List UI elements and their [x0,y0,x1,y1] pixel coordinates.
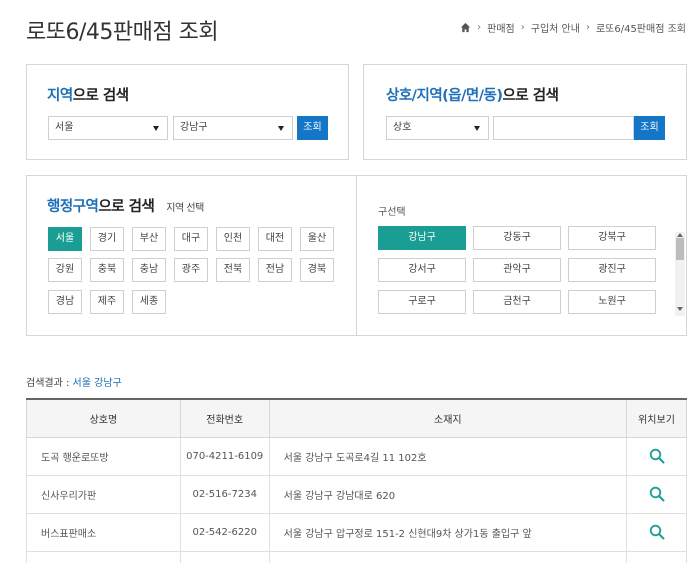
chevron-right-icon: › [477,22,482,33]
region-chip[interactable]: 대구 [174,227,208,251]
column-header: 소재지 [268,398,628,438]
store-phone: 070-4211-6109 [179,436,270,476]
name-search-title: 상호/지역(읍/면/동)으로 검색 [386,88,559,104]
gu-scrollbar-thumb[interactable] [676,238,684,260]
page-title: 로또6/45판매점 조회 [26,20,219,45]
region-chip[interactable]: 강원 [48,258,82,282]
store-name [26,550,181,563]
store-name: 도곡 행운로또방 [26,436,181,476]
store-address: 서울 강남구 도곡로4길 11 102호 [268,436,628,476]
column-header: 상호명 [26,398,181,438]
store-address: 서울 강남구 강남대로 620 [268,474,628,514]
search-result-label: 검색결과 : 서울 강남구 [26,378,122,389]
search-input[interactable] [493,116,634,140]
name-search-box: 상호/지역(읍/면/동)으로 검색 상호 조회 [363,64,687,160]
gu-button[interactable]: 강북구 [568,226,656,250]
region-chip[interactable]: 경북 [300,258,334,282]
chevron-right-icon: › [585,22,590,33]
location-view-cell [626,436,687,476]
store-address [268,550,628,563]
store-name: 버스표판매소 [26,512,181,552]
breadcrumb-item[interactable]: 구입처 안내 [531,20,580,35]
region-chip[interactable]: 대전 [258,227,292,251]
column-header: 전화번호 [179,398,270,438]
column-header: 위치보기 [626,398,687,438]
table-row: 버스표판매소 02-542-6220 서울 강남구 압구정로 151-2 신현대… [26,512,687,552]
gu-button[interactable]: 광진구 [568,258,656,282]
region-chip[interactable]: 광주 [174,258,208,282]
region-chip[interactable]: 제주 [90,290,124,314]
location-view-cell [626,512,687,552]
name-search-button[interactable]: 조회 [634,116,665,140]
gu-button[interactable]: 강서구 [378,258,466,282]
admin-search-title: 행정구역으로 검색 지역 선택 [47,199,204,215]
admin-divider [356,176,357,335]
region-chip[interactable]: 울산 [300,227,334,251]
chevron-right-icon: › [520,22,525,33]
location-view-cell [626,550,687,563]
store-phone [179,550,270,563]
scroll-up-icon[interactable] [677,233,683,237]
region-chip[interactable]: 서울 [48,227,82,251]
region-chip[interactable]: 경기 [90,227,124,251]
breadcrumb: › 판매점 › 구입처 안내 › 로또6/45판매점 조회 [460,20,686,35]
region-search-button[interactable]: 조회 [297,116,328,140]
gu-button[interactable]: 강동구 [473,226,561,250]
breadcrumb-item[interactable]: 판매점 [487,20,515,35]
scroll-down-icon[interactable] [677,307,683,311]
breadcrumb-item: 로또6/45판매점 조회 [595,24,686,35]
search-icon[interactable] [649,524,665,540]
gu-select-label: 구선택 [378,207,406,218]
search-icon[interactable] [649,486,665,502]
store-phone: 02-516-7234 [179,474,270,514]
home-icon[interactable] [460,22,471,33]
store-name: 신사우리가판 [26,474,181,514]
region-chip[interactable]: 경남 [48,290,82,314]
region-chip[interactable]: 부산 [132,227,166,251]
caret-down-icon [153,126,159,131]
table-header-row: 상호명 전화번호 소재지 위치보기 [26,398,687,438]
table-row: 도곡 행운로또방 070-4211-6109 서울 강남구 도곡로4길 11 1… [26,436,687,476]
gu-button[interactable]: 구로구 [378,290,466,314]
region-search-box: 지역으로 검색 서울 강남구 조회 [26,64,349,160]
location-view-cell [626,474,687,514]
table-row [26,550,687,563]
gu-button[interactable]: 노원구 [568,290,656,314]
search-icon[interactable] [649,448,665,464]
gu-button[interactable]: 관악구 [473,258,561,282]
region-chip[interactable]: 충남 [132,258,166,282]
region-chip[interactable]: 전남 [258,258,292,282]
store-phone: 02-542-6220 [179,512,270,552]
region-search-title: 지역으로 검색 [47,88,129,104]
caret-down-icon [474,126,480,131]
store-address: 서울 강남구 압구정로 151-2 신현대9차 상가1동 출입구 앞 [268,512,628,552]
region-chip[interactable]: 인천 [216,227,250,251]
gugun-select[interactable]: 강남구 [173,116,293,140]
caret-down-icon [278,126,284,131]
results-table: 상호명 전화번호 소재지 위치보기 도곡 행운로또방 070-4211-6109… [26,398,687,563]
sido-select[interactable]: 서울 [48,116,168,140]
gu-button[interactable]: 강남구 [378,226,466,250]
region-chip[interactable]: 세종 [132,290,166,314]
gu-button[interactable]: 금천구 [473,290,561,314]
search-type-select[interactable]: 상호 [386,116,489,140]
region-chip[interactable]: 전북 [216,258,250,282]
table-row: 신사우리가판 02-516-7234 서울 강남구 강남대로 620 [26,474,687,514]
region-chip[interactable]: 충북 [90,258,124,282]
